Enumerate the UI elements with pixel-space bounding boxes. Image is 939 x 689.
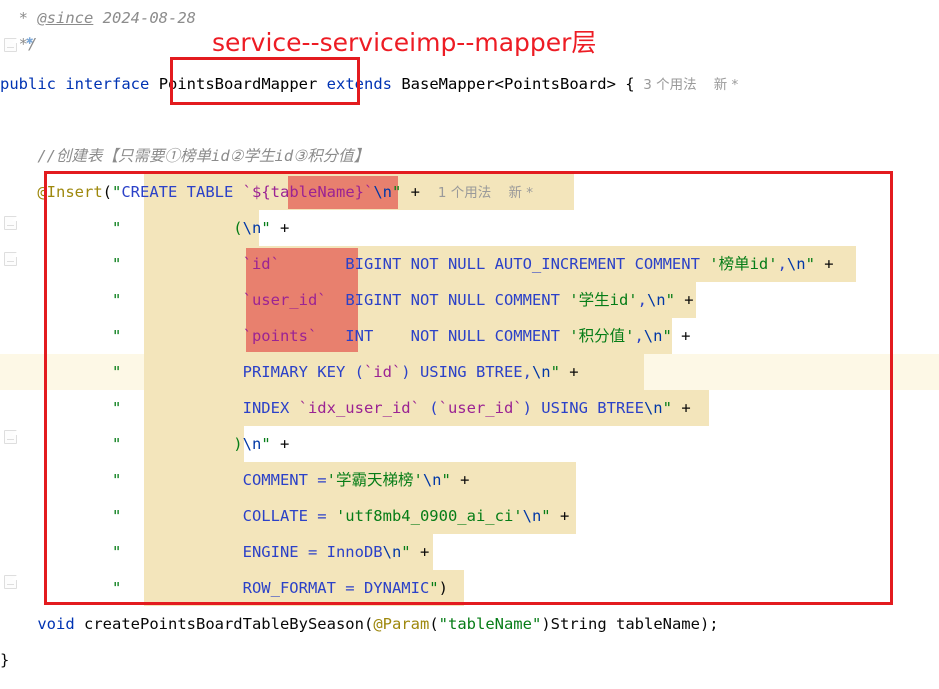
code-line-javadoc-end[interactable]: */ — [0, 26, 38, 62]
code-line-comment-create-table[interactable]: //创建表【只需要①榜单id②学生id③积分值】 — [0, 138, 369, 174]
code-token: BaseMapper<PointsBoard> { — [401, 75, 635, 93]
code-token: @since — [37, 9, 94, 27]
code-token: 2024-08-28 — [93, 9, 196, 27]
code-token: "tableName" — [438, 615, 542, 633]
code-line-interface-close-brace[interactable]: } — [0, 642, 9, 678]
code-line-interface-declaration[interactable]: public interface PointsBoardMapper exten… — [0, 66, 738, 102]
code-token: public — [0, 75, 56, 93]
code-token: void — [37, 615, 75, 633]
code-line-method-signature[interactable]: void createPointsBoardTableBySeason(@Par… — [0, 606, 719, 642]
inlay-hint-usages[interactable]: 3 个用法 新 * — [635, 77, 738, 93]
code-token: * — [0, 9, 38, 27]
annotation-title-label: service--serviceimp--mapper层 — [212, 28, 597, 57]
code-token: //创建表【只需要①榜单id②学生id③积分值】 — [0, 147, 370, 165]
code-token: */ — [0, 35, 38, 53]
code-token: ) — [541, 615, 551, 633]
code-token: } — [0, 651, 10, 669]
code-token: tableName); — [606, 615, 719, 633]
code-editor[interactable]: ✱ * @since 2024-08-28 */public interface… — [0, 0, 939, 689]
code-token: ( — [429, 615, 439, 633]
annotation-box-sql-region — [44, 171, 893, 605]
annotation-box-class-name — [170, 57, 360, 105]
code-token: ( — [363, 615, 374, 633]
code-token: createPointsBoardTableBySeason — [84, 615, 364, 633]
code-token: interface — [65, 75, 150, 93]
code-token: @Param — [373, 615, 430, 633]
code-token: String — [550, 615, 607, 633]
